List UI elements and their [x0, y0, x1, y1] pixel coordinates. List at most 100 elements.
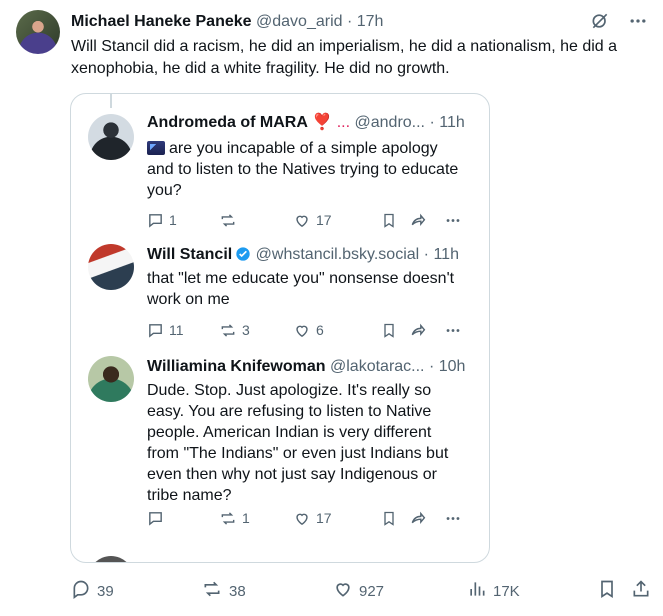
- post-top-icons: [589, 10, 649, 32]
- reply-avatar[interactable]: [88, 114, 134, 160]
- reply-text: that "let me educate you" nonsense doesn…: [147, 270, 455, 308]
- like-count: 17: [316, 510, 332, 526]
- like-button[interactable]: 6: [293, 320, 324, 340]
- reply-time[interactable]: 11h: [439, 114, 465, 131]
- share-button[interactable]: [631, 580, 651, 602]
- thread-reply: Will Stancil @whstancil.bsky.social · 11…: [71, 242, 489, 342]
- reply-author-handle[interactable]: @andro...: [355, 114, 426, 131]
- repost-button[interactable]: 1: [219, 508, 250, 528]
- grok-icon[interactable]: [589, 10, 611, 32]
- bookmark-button[interactable]: [381, 508, 397, 528]
- like-button[interactable]: 927: [333, 580, 384, 602]
- bookmark-icon: [597, 579, 617, 603]
- reply-text: are you incapable of a simple apology an…: [147, 138, 467, 201]
- share-button[interactable]: [409, 210, 427, 230]
- repost-icon: [201, 579, 223, 603]
- share-icon: [631, 579, 651, 603]
- post-header: Michael Haneke Paneke @davo_arid · 17h: [71, 12, 593, 32]
- reply-icon: [147, 322, 164, 339]
- repost-button[interactable]: [219, 210, 242, 230]
- heart-icon: [333, 579, 353, 603]
- reply-author-name[interactable]: Williamina Knifewoman: [147, 358, 326, 375]
- bookmark-icon: [381, 212, 397, 229]
- reply-button[interactable]: 39: [71, 580, 114, 602]
- reply-header: Will Stancil @whstancil.bsky.social · 11…: [147, 244, 477, 269]
- reply-text: Dude. Stop. Just apologize. It's really …: [147, 382, 449, 504]
- more-icon[interactable]: [443, 320, 463, 340]
- share-icon: [409, 510, 427, 527]
- reply-actions: 11 3 6: [147, 320, 467, 340]
- like-button[interactable]: 17: [293, 508, 332, 528]
- bookmark-icon: [381, 322, 397, 339]
- reply-avatar[interactable]: [88, 244, 134, 290]
- reply-header: Andromeda of MARA ❣️ ... @andro... · 11h: [147, 112, 477, 134]
- more-icon[interactable]: [443, 210, 463, 230]
- verified-badge-icon: [235, 246, 251, 269]
- reply-button[interactable]: [147, 508, 169, 528]
- repost-button[interactable]: 38: [201, 580, 246, 602]
- heart-icon: [293, 322, 311, 339]
- share-icon: [409, 322, 427, 339]
- more-icon[interactable]: [627, 10, 649, 32]
- repost-count: 38: [229, 582, 246, 600]
- post-actions: 39 38 927 17K: [71, 580, 656, 602]
- reply-author-handle[interactable]: @lakotarac...: [330, 358, 425, 375]
- share-icon: [409, 212, 427, 229]
- bookmark-button[interactable]: [597, 580, 617, 602]
- reply-icon: [147, 212, 164, 229]
- bookmark-button[interactable]: [381, 210, 397, 230]
- heart-emoji: ❣️ ...: [312, 114, 351, 131]
- thread-reply: Williamina Knifewoman @lakotarac... · 10…: [71, 354, 489, 534]
- repost-count: 1: [242, 510, 250, 526]
- reply-time[interactable]: 11h: [433, 246, 459, 263]
- reply-author-handle[interactable]: @whstancil.bsky.social: [256, 246, 420, 263]
- author-handle[interactable]: @davo_arid: [256, 13, 343, 30]
- separator-dot: ·: [428, 358, 435, 375]
- heart-icon: [293, 212, 311, 229]
- repost-icon: [219, 510, 237, 527]
- reply-count: 11: [169, 322, 184, 338]
- repost-button[interactable]: 3: [219, 320, 250, 340]
- repost-icon: [219, 322, 237, 339]
- analytics-icon: [467, 579, 487, 603]
- reply-author-name[interactable]: Andromeda of MARA: [147, 114, 308, 131]
- reply-button[interactable]: 11: [147, 320, 184, 340]
- post: Michael Haneke Paneke @davo_arid · 17h W…: [0, 0, 663, 616]
- repost-icon: [219, 212, 237, 229]
- author-avatar[interactable]: [16, 10, 60, 54]
- reply-count: 1: [169, 212, 177, 228]
- share-button[interactable]: [409, 320, 427, 340]
- separator-dot: ·: [346, 13, 353, 30]
- like-count: 17: [316, 212, 332, 228]
- like-count: 6: [316, 322, 324, 338]
- separator-dot: ·: [423, 246, 429, 263]
- reply-avatar[interactable]: [88, 356, 134, 402]
- reply-time[interactable]: 10h: [439, 358, 466, 375]
- reply-text-content: are you incapable of a simple apology an…: [147, 140, 459, 199]
- reply-author-name[interactable]: Will Stancil: [147, 246, 232, 263]
- separator-dot: ·: [429, 114, 435, 131]
- post-time[interactable]: 17h: [357, 13, 384, 30]
- flag-icon: [147, 141, 165, 155]
- repost-count: 3: [242, 322, 250, 338]
- like-button[interactable]: 17: [293, 210, 332, 230]
- embedded-image-card[interactable]: Andromeda of MARA ❣️ ... @andro... · 11h…: [70, 93, 490, 563]
- thread-reply: Andromeda of MARA ❣️ ... @andro... · 11h…: [71, 110, 489, 230]
- views-button[interactable]: 17K: [467, 580, 520, 602]
- thread-line: [110, 94, 112, 108]
- heart-icon: [293, 510, 311, 527]
- reply-count: 39: [97, 582, 114, 600]
- bookmark-icon: [381, 510, 397, 527]
- author-name[interactable]: Michael Haneke Paneke: [71, 13, 252, 30]
- reply-button[interactable]: 1: [147, 210, 177, 230]
- share-button[interactable]: [409, 508, 427, 528]
- post-text: Will Stancil did a racism, he did an imp…: [71, 38, 618, 77]
- like-count: 927: [359, 582, 385, 600]
- reply-actions: 1 17: [147, 508, 467, 528]
- bookmark-button[interactable]: [381, 320, 397, 340]
- reply-header: Williamina Knifewoman @lakotarac... · 10…: [147, 356, 477, 378]
- reply-icon: [71, 579, 91, 603]
- reply-actions: 1 17: [147, 210, 467, 230]
- more-icon[interactable]: [443, 508, 463, 528]
- reply-icon: [147, 510, 164, 527]
